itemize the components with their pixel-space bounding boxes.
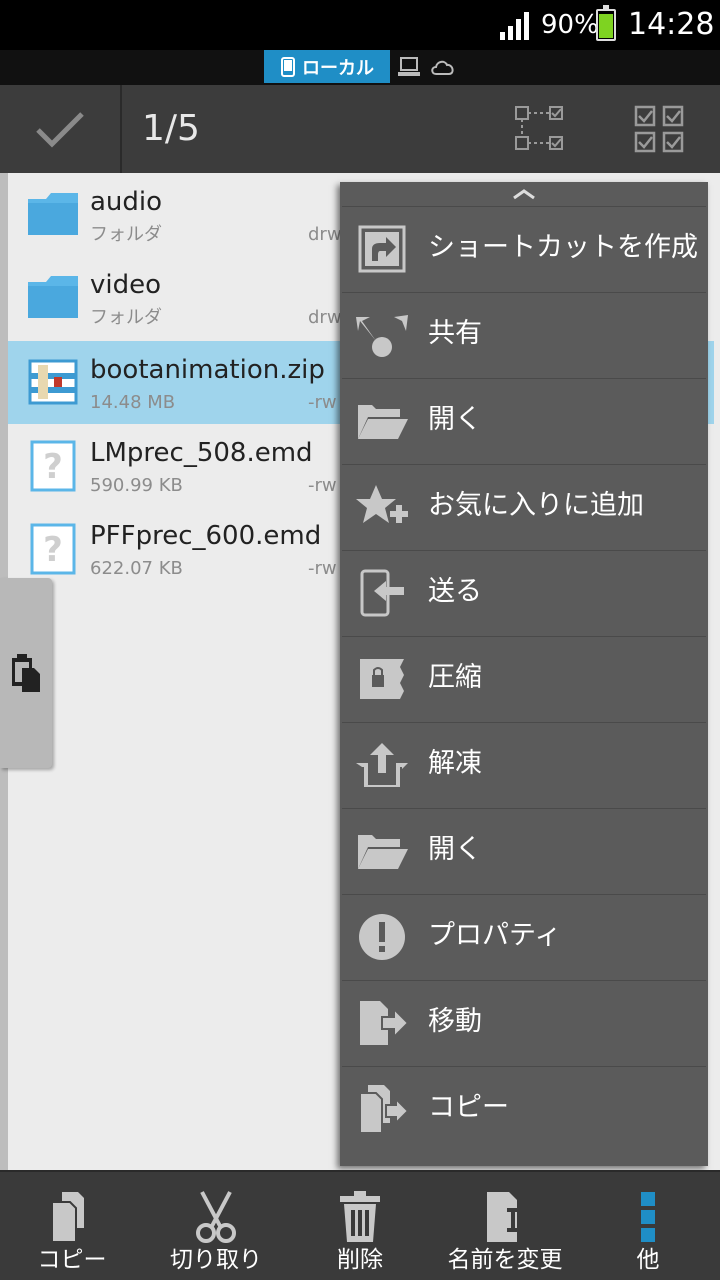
tab-local-label: ローカル: [302, 57, 374, 79]
more-button[interactable]: 他: [612, 1172, 684, 1280]
copy-button[interactable]: コピー: [24, 1172, 120, 1280]
file-permissions: -rw: [308, 558, 337, 579]
file-meta: フォルダ: [90, 224, 162, 245]
file-name: bootanimation.zip: [90, 355, 325, 385]
clipboard-drawer-handle[interactable]: [0, 578, 52, 768]
menu-item-add-favorite[interactable]: お気に入りに追加: [342, 464, 706, 548]
unknown-file-icon: ?: [30, 440, 76, 492]
trash-icon: [340, 1191, 380, 1242]
cloud-icon[interactable]: [430, 58, 456, 76]
file-meta: フォルダ: [90, 307, 162, 328]
menu-item-shortcut[interactable]: ショートカットを作成: [342, 206, 706, 290]
clipboard-icon: [12, 654, 40, 692]
action-bar: 1/5: [0, 85, 720, 173]
file-meta: 590.99 KB: [90, 475, 183, 496]
location-tabs: ローカル: [0, 50, 720, 85]
menu-item-send[interactable]: 送る: [342, 550, 706, 634]
folder-open-icon: [358, 835, 408, 869]
folder-open-icon: [358, 405, 408, 439]
computer-icon[interactable]: [398, 57, 420, 77]
file-meta: 14.48 MB: [90, 392, 176, 413]
zip-archive-icon: [28, 359, 78, 405]
menu-item-extract[interactable]: 解凍: [342, 722, 706, 806]
info-icon: [359, 914, 405, 960]
battery-icon: [596, 5, 616, 41]
more-icon: [641, 1192, 655, 1242]
menu-item-open-2[interactable]: 開く: [342, 808, 706, 892]
status-bar: 90% 14:28: [0, 0, 720, 50]
signal-icon: [500, 12, 529, 40]
svg-text:?: ?: [43, 530, 63, 570]
folder-icon: [28, 193, 78, 235]
favorite-add-icon: [356, 485, 408, 523]
file-permissions: -rw: [308, 475, 337, 496]
file-meta: 622.07 KB: [90, 558, 183, 579]
bottom-toolbar: コピー 切り取り 削除 名前を変更 他: [0, 1170, 720, 1280]
file-permissions: drw: [308, 307, 342, 328]
menu-item-move[interactable]: 移動: [342, 980, 706, 1064]
file-name: LMprec_508.emd: [90, 438, 313, 468]
file-name: audio: [90, 187, 163, 217]
battery-percent: 90%: [541, 10, 599, 40]
cut-button[interactable]: 切り取り: [158, 1172, 274, 1280]
menu-item-copy[interactable]: コピー: [342, 1066, 706, 1150]
unknown-file-icon: ?: [30, 523, 76, 575]
shortcut-icon: [358, 225, 406, 273]
move-icon: [360, 1001, 410, 1045]
phone-icon: [281, 56, 295, 77]
delete-button[interactable]: 削除: [316, 1172, 404, 1280]
menu-item-properties[interactable]: プロパティ: [342, 894, 706, 978]
divider: [120, 85, 122, 173]
folder-icon: [28, 276, 78, 318]
menu-item-open[interactable]: 開く: [342, 378, 706, 462]
rename-icon: [487, 1192, 519, 1242]
menu-item-share[interactable]: 共有: [342, 292, 706, 376]
scissors-icon: [196, 1191, 236, 1243]
scroll-up-icon[interactable]: [340, 182, 708, 206]
rename-button[interactable]: 名前を変更: [440, 1172, 570, 1280]
done-button[interactable]: [0, 85, 120, 173]
copy-icon: [51, 1192, 84, 1243]
tab-local[interactable]: ローカル: [264, 50, 390, 83]
send-icon: [360, 569, 404, 617]
menu-item-compress[interactable]: 圧縮: [342, 636, 706, 720]
selection-count: 1/5: [142, 108, 200, 149]
share-icon: [356, 315, 408, 357]
context-menu: ショートカットを作成 共有 開く お気に入りに追加 送る 圧縮 解凍 開く プロ…: [340, 182, 708, 1166]
file-permissions: -rw: [308, 392, 337, 413]
compress-icon: [360, 659, 404, 699]
select-range-icon[interactable]: [510, 103, 570, 155]
select-all-icon[interactable]: [630, 103, 690, 155]
copy-icon: [359, 1085, 410, 1134]
file-permissions: drw: [308, 224, 342, 245]
file-name: PFFprec_600.emd: [90, 521, 322, 551]
clock: 14:28: [628, 7, 715, 42]
check-icon: [36, 112, 84, 148]
file-name: video: [90, 270, 162, 300]
svg-text:?: ?: [43, 447, 63, 487]
extract-icon: [356, 743, 408, 787]
